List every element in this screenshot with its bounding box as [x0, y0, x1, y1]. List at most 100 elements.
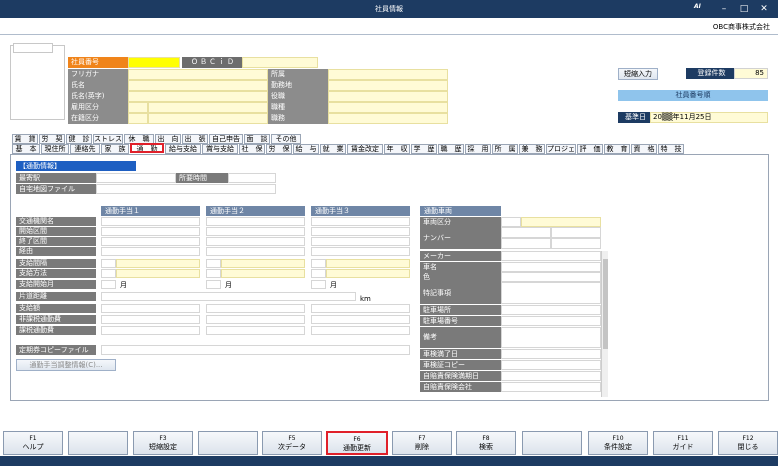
cell-4-0-code[interactable] — [101, 259, 116, 268]
status-code[interactable] — [128, 113, 148, 124]
pass-copy-input[interactable] — [101, 345, 410, 355]
employee-photo[interactable] — [10, 43, 65, 120]
name-input[interactable] — [128, 80, 268, 91]
vehicle-input-12[interactable] — [501, 382, 601, 392]
fkey-7[interactable]: F8 検索 — [456, 431, 516, 455]
tab2-4[interactable]: 通 勤 — [130, 143, 164, 153]
employment-type-code[interactable] — [128, 102, 148, 113]
tab2-17[interactable]: 兼 務 — [519, 144, 545, 154]
cell-3-1[interactable] — [206, 247, 305, 256]
cell-2-2[interactable] — [311, 237, 410, 246]
vehicle-input-5[interactable] — [501, 282, 601, 304]
minimize-button[interactable]: – — [718, 3, 730, 15]
cell-0-1[interactable] — [206, 217, 305, 226]
tab-8[interactable]: 面 談 — [244, 134, 270, 144]
tab-7[interactable]: 自己申告 — [209, 134, 243, 144]
cell-5-1-code[interactable] — [206, 269, 221, 278]
cell-9-1[interactable] — [206, 315, 305, 324]
station-input[interactable] — [96, 173, 176, 183]
vehicle-input-3[interactable] — [501, 262, 601, 272]
fkey-11[interactable]: F12 閉じる — [718, 431, 778, 455]
tab2-8[interactable]: 労 保 — [266, 144, 292, 154]
vehicle-input-11[interactable] — [501, 371, 601, 381]
cell-3-0[interactable] — [101, 247, 200, 256]
cell-4-2-code[interactable] — [311, 259, 326, 268]
tab-2[interactable]: 健 診 — [66, 134, 92, 144]
vehicle-input-8[interactable] — [501, 327, 601, 348]
adjust-info-button[interactable]: 通勤手当調整情報(C)... — [16, 359, 116, 371]
plate-a[interactable] — [501, 227, 551, 238]
vehicle-input-9[interactable] — [501, 349, 601, 359]
cell-3-2[interactable] — [311, 247, 410, 256]
cell-6-0[interactable] — [101, 280, 116, 289]
fkey-3[interactable] — [198, 431, 258, 455]
cell-5-1[interactable] — [221, 269, 305, 278]
tab2-14[interactable]: 職 歴 — [438, 144, 464, 154]
employee-no-input[interactable] — [128, 57, 180, 68]
vehicle-input-2[interactable] — [501, 251, 601, 261]
cell-10-2[interactable] — [311, 326, 410, 335]
cell-9-2[interactable] — [311, 315, 410, 324]
tab-1[interactable]: 労 契 — [39, 134, 65, 144]
tab-3[interactable]: ストレス — [93, 134, 123, 144]
cell-5-2[interactable] — [326, 269, 410, 278]
tab2-3[interactable]: 家 族 — [101, 144, 129, 154]
tab2-11[interactable]: 賃金改定 — [347, 144, 383, 154]
vehicle-type-code[interactable] — [501, 217, 521, 227]
tab2-6[interactable]: 賞与支給 — [202, 144, 238, 154]
tab-0[interactable]: 賃 貸 — [12, 134, 38, 144]
tab2-21[interactable]: 資 格 — [631, 144, 657, 154]
tab2-10[interactable]: 就 業 — [320, 144, 346, 154]
scrollbar-thumb[interactable] — [603, 259, 608, 349]
tab2-20[interactable]: 教 育 — [604, 144, 630, 154]
cell-8-1[interactable] — [206, 304, 305, 313]
maximize-button[interactable]: □ — [738, 3, 750, 15]
tab2-18[interactable]: プロジェ — [546, 144, 576, 154]
abbr-input-button[interactable]: 短縮入力 — [618, 68, 658, 80]
cell-1-0[interactable] — [101, 227, 200, 236]
cell-4-2[interactable] — [326, 259, 410, 268]
kana-input[interactable] — [128, 69, 268, 80]
cell-4-1[interactable] — [221, 259, 305, 268]
fkey-5[interactable]: F6 通勤更新 — [326, 431, 388, 455]
tab-6[interactable]: 出 張 — [182, 134, 208, 144]
close-button[interactable]: ✕ — [758, 3, 770, 15]
time-input[interactable] — [228, 173, 276, 183]
cell-0-0[interactable] — [101, 217, 200, 226]
cell-4-0[interactable] — [116, 259, 200, 268]
cell-10-0[interactable] — [101, 326, 200, 335]
fkey-4[interactable]: F5 次データ — [262, 431, 322, 455]
tab2-7[interactable]: 社 保 — [239, 144, 265, 154]
vehicle-input-6[interactable] — [501, 305, 601, 315]
fkey-8[interactable] — [522, 431, 582, 455]
tab2-9[interactable]: 給 与 — [293, 144, 319, 154]
fkey-9[interactable]: F10 条件設定 — [588, 431, 648, 455]
fkey-2[interactable]: F3 短縮設定 — [133, 431, 193, 455]
tab2-22[interactable]: 特 技 — [658, 144, 684, 154]
tab2-13[interactable]: 学 歴 — [411, 144, 437, 154]
vehicle-input-4[interactable] — [501, 272, 601, 282]
cell-5-0[interactable] — [116, 269, 200, 278]
cell-2-1[interactable] — [206, 237, 305, 246]
tab-9[interactable]: その他 — [271, 134, 301, 144]
cell-10-1[interactable] — [206, 326, 305, 335]
vehicle-input-7[interactable] — [501, 316, 601, 326]
vehicle-scrollbar[interactable] — [601, 251, 608, 397]
cell-5-2-code[interactable] — [311, 269, 326, 278]
fkey-1[interactable] — [68, 431, 128, 455]
tab2-12[interactable]: 年 収 — [384, 144, 410, 154]
tab2-19[interactable]: 評 価 — [577, 144, 603, 154]
cell-1-1[interactable] — [206, 227, 305, 236]
cell-2-0[interactable] — [101, 237, 200, 246]
cell-0-2[interactable] — [311, 217, 410, 226]
fkey-0[interactable]: F1 ヘルプ — [3, 431, 63, 455]
cell-6-1[interactable] — [206, 280, 221, 289]
plate-d[interactable] — [551, 238, 601, 249]
tab2-0[interactable]: 基 本 — [12, 144, 40, 154]
cell-5-0-code[interactable] — [101, 269, 116, 278]
plate-c[interactable] — [501, 238, 551, 249]
cell-9-0[interactable] — [101, 315, 200, 324]
cell-1-2[interactable] — [311, 227, 410, 236]
cell-8-0[interactable] — [101, 304, 200, 313]
cell-6-2[interactable] — [311, 280, 326, 289]
